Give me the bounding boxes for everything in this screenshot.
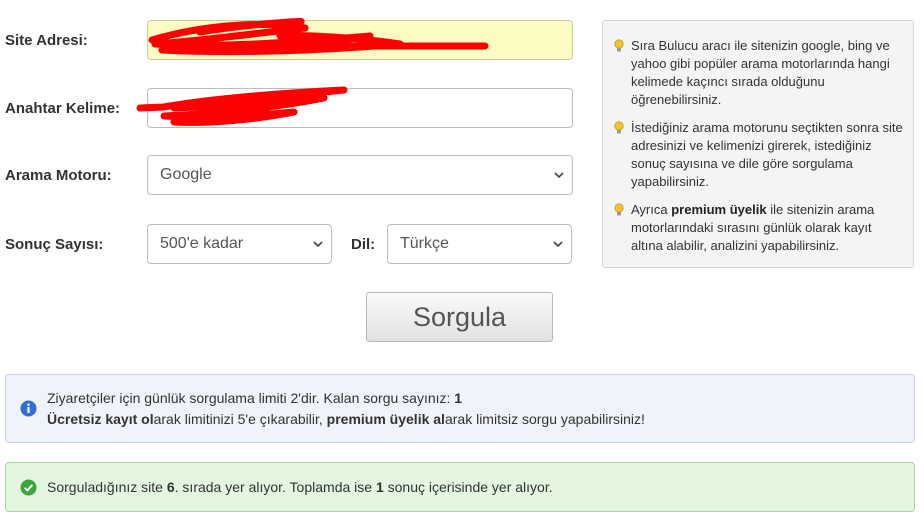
result-text: . sırada yer alıyor. Toplamda ise — [174, 479, 376, 495]
tip-item: İstediğiniz arama motorunu seçtikten son… — [613, 119, 903, 191]
info-icon — [20, 400, 37, 417]
query-limit-alert: Ziyaretçiler için günlük sorgulama limit… — [5, 374, 915, 443]
tip-text-pre: Ayrıca — [631, 202, 672, 217]
search-engine-value: Google — [160, 166, 212, 183]
search-engine-select[interactable]: Google — [147, 155, 573, 195]
result-success-alert: Sorguladığınız site 6. sırada yer alıyor… — [5, 462, 915, 512]
result-count-select[interactable]: 500'e kadar — [147, 224, 332, 264]
chevron-down-icon — [554, 172, 564, 179]
lightbulb-icon — [614, 121, 624, 134]
limit-text: arak limitinizi 5'e çıkarabilir, — [153, 411, 327, 427]
result-count-label: Sonuç Sayısı: — [5, 236, 104, 253]
limit-text: arak limitsiz sorgu yapabilirsiniz! — [444, 411, 645, 427]
language-label: Dil: — [351, 236, 376, 253]
site-address-input[interactable] — [147, 20, 573, 60]
search-engine-label: Arama Motoru: — [5, 167, 112, 184]
premium-membership-link[interactable]: premium üyelik al — [327, 411, 445, 427]
limit-line-2: Ücretsiz kayıt olarak limitinizi 5'e çık… — [47, 411, 645, 427]
result-count-value: 500'e kadar — [160, 235, 244, 252]
rank-value: 6 — [166, 479, 175, 495]
premium-membership-text: premium üyelik — [671, 202, 767, 217]
check-circle-icon — [20, 479, 37, 496]
free-register-link[interactable]: Ücretsiz kayıt ol — [47, 411, 154, 427]
tip-text: Sıra Bulucu aracı ile sitenizin google, … — [631, 38, 890, 107]
lightbulb-icon — [614, 39, 624, 52]
chevron-down-icon — [313, 241, 323, 248]
lightbulb-icon — [614, 203, 624, 216]
result-text: sonuç içerisinde yer alıyor. — [383, 479, 553, 495]
limit-text: Ziyaretçiler için günlük sorgulama limit… — [47, 390, 455, 406]
tip-text: İstediğiniz arama motorunu seçtikten son… — [631, 120, 903, 189]
total-value: 1 — [375, 479, 384, 495]
keyword-label: Anahtar Kelime: — [5, 100, 121, 117]
tip-item: Ayrıca premium üyelik ile sitenizin aram… — [613, 201, 903, 255]
result-text: Sorguladığınız site — [47, 479, 167, 495]
remaining-count: 1 — [454, 390, 463, 406]
query-submit-button[interactable]: Sorgula — [366, 292, 553, 342]
keyword-input[interactable] — [147, 88, 573, 128]
help-info-box: Sıra Bulucu aracı ile sitenizin google, … — [602, 20, 914, 268]
language-select[interactable]: Türkçe — [387, 224, 572, 264]
tip-item: Sıra Bulucu aracı ile sitenizin google, … — [613, 37, 903, 109]
site-address-label: Site Adresi: — [5, 32, 88, 49]
language-value: Türkçe — [400, 235, 449, 252]
limit-line-1: Ziyaretçiler için günlük sorgulama limit… — [47, 390, 462, 406]
result-line: Sorguladığınız site 6. sırada yer alıyor… — [47, 479, 553, 495]
chevron-down-icon — [553, 241, 563, 248]
